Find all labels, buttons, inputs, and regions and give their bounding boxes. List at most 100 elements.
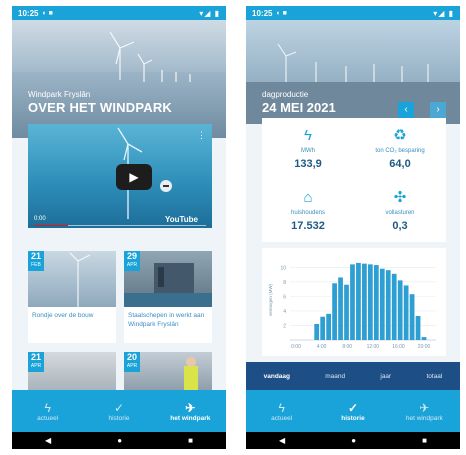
- stat-label: ton CO₂ besparing: [375, 148, 425, 154]
- play-button[interactable]: ▶: [116, 164, 152, 190]
- news-card[interactable]: 20 APR: [124, 352, 212, 390]
- previous-day-button[interactable]: ‹: [398, 102, 414, 118]
- stat-vollasturen: ✣ vollasturen 0,3: [354, 180, 446, 242]
- recycle-icon: ♻: [393, 127, 407, 144]
- nav-actueel[interactable]: ϟ actueel: [12, 390, 83, 432]
- chart-bar: [403, 285, 409, 340]
- news-card[interactable]: 29 APR Staalschepen in werkt aan Windpar…: [124, 251, 212, 343]
- video-progress-bar[interactable]: [34, 225, 206, 226]
- chart-bar: [409, 294, 415, 340]
- hero-subtitle: dagproductie: [262, 90, 309, 99]
- chart-bar: [362, 263, 367, 340]
- period-tabs: vandaag maand jaar totaal: [246, 362, 460, 390]
- video-time: 0:00: [34, 216, 46, 222]
- x-tick-label: 16:00: [392, 344, 405, 350]
- chart-bar: [421, 337, 427, 340]
- x-tick-label: 20:00: [418, 344, 431, 350]
- status-time: 10:25: [252, 8, 273, 18]
- y-axis-label: vermogen (MW): [268, 283, 273, 316]
- date-day: 20: [126, 352, 137, 362]
- bottom-navigation: ϟ actueel ✓ historie ✈ het windpark: [246, 390, 460, 432]
- chart-bar: [326, 313, 332, 340]
- tab-maand[interactable]: maand: [325, 373, 345, 380]
- stat-co2: ♻ ton CO₂ besparing 64,0: [354, 118, 446, 180]
- youtube-logo[interactable]: YouTube: [165, 215, 198, 224]
- phone-windpark-screen: 10:25 ◐ ■ ▾◢ ▮ Windpark Fryslân OVER HET…: [12, 6, 226, 449]
- chart-bar: [415, 316, 421, 340]
- chart-bar: [320, 316, 326, 340]
- stat-value: 64,0: [389, 158, 411, 170]
- nav-label: actueel: [271, 414, 293, 422]
- date-month: FEB: [31, 262, 41, 268]
- windturbine-icon: ✣: [393, 189, 407, 206]
- home-icon[interactable]: ●: [117, 436, 122, 445]
- nav-actueel[interactable]: ϟ actueel: [246, 390, 317, 432]
- production-chart: 2 4 6 8 10 vermogen (MW) 0:00 4:00 8:00 12:00 16:0…: [262, 248, 446, 356]
- chart-bar: [397, 280, 403, 340]
- windturbine-icon: ✈: [419, 400, 430, 415]
- tab-totaal[interactable]: totaal: [426, 373, 442, 380]
- y-tick-label: 10: [280, 265, 286, 271]
- nav-label: actueel: [37, 414, 59, 422]
- chart-bar: [356, 262, 361, 340]
- system-navigation-bar: ◀ ● ■: [12, 432, 226, 449]
- tab-vandaag[interactable]: vandaag: [264, 373, 290, 380]
- nav-label: historie: [341, 414, 365, 422]
- date-badge: 29 APR: [124, 251, 140, 271]
- back-icon[interactable]: ◀: [279, 436, 285, 445]
- chart-bar: [379, 268, 385, 340]
- recents-icon[interactable]: ■: [422, 436, 427, 445]
- nav-het-windpark[interactable]: ✈ het windpark: [155, 390, 226, 432]
- hero-banner: dagproductie 24 MEI 2021 ‹ ›: [246, 20, 460, 124]
- house-icon: ⌂: [303, 189, 313, 206]
- date-day: 21: [30, 251, 41, 261]
- lightning-icon: ϟ: [278, 400, 285, 415]
- stat-mwh: ϟ MWh 133,9: [262, 118, 354, 180]
- y-tick-label: 8: [283, 280, 286, 286]
- checkmark-icon: ✓: [347, 400, 359, 415]
- chart-bar: [373, 265, 379, 340]
- home-icon[interactable]: ●: [351, 436, 356, 445]
- hero-title: OVER HET WINDPARK: [28, 100, 172, 115]
- status-notification-icons: ◐ ■: [276, 9, 287, 17]
- recents-icon[interactable]: ■: [188, 436, 193, 445]
- stat-value: 0,3: [392, 220, 408, 232]
- nav-label: het windpark: [170, 414, 211, 422]
- news-card[interactable]: 21 APR: [28, 352, 116, 390]
- tab-jaar[interactable]: jaar: [380, 373, 391, 380]
- x-tick-label: 0:00: [291, 344, 301, 350]
- date-badge: 21 FEB: [28, 251, 44, 271]
- date-month: APR: [126, 262, 138, 268]
- nav-het-windpark[interactable]: ✈ het windpark: [389, 390, 460, 432]
- status-signal-battery-icons: ▾◢ ▮: [433, 8, 454, 18]
- x-tick-label: 8:00: [342, 344, 352, 350]
- video-player[interactable]: ⋮ ▶ 0:00 YouTube: [28, 124, 212, 228]
- date-month: APR: [126, 363, 138, 369]
- chart-bar: [391, 273, 397, 340]
- production-bar-chart: 2 4 6 8 10 vermogen (MW) 0:00 4:00 8:00 12:00 16:0…: [268, 262, 436, 350]
- status-signal-battery-icons: ▾◢ ▮: [199, 8, 220, 18]
- windturbines-illustration: [109, 31, 191, 82]
- date-badge: 21 APR: [28, 352, 44, 372]
- stat-value: 133,9: [294, 158, 322, 170]
- system-navigation-bar: ◀ ● ■: [246, 432, 460, 449]
- nav-historie[interactable]: ✓ historie: [317, 390, 388, 432]
- next-day-button[interactable]: ›: [430, 102, 446, 118]
- chart-bar: [338, 277, 343, 340]
- date-day: 21: [30, 352, 41, 362]
- chart-bar: [350, 264, 355, 340]
- news-card[interactable]: 21 FEB Rondje over de bouw: [28, 251, 116, 343]
- y-tick-label: 4: [283, 309, 286, 315]
- status-notification-icons: ◐ ■: [42, 9, 53, 17]
- lightning-icon: ϟ: [44, 400, 51, 415]
- nav-historie[interactable]: ✓ historie: [83, 390, 154, 432]
- stat-label: vollasturen: [385, 210, 415, 216]
- y-tick-label: 6: [283, 294, 286, 300]
- nav-label: het windpark: [405, 414, 443, 422]
- status-time: 10:25: [18, 8, 39, 18]
- back-icon[interactable]: ◀: [45, 436, 51, 445]
- phone-historie-screen: 10:25 ◐ ■ ▾◢ ▮ dagproductie 24 MEI 2021 …: [246, 6, 460, 449]
- chart-bar: [385, 270, 391, 340]
- news-card-caption: Rondje over de bouw: [32, 312, 94, 319]
- video-menu-icon[interactable]: ⋮: [197, 130, 206, 141]
